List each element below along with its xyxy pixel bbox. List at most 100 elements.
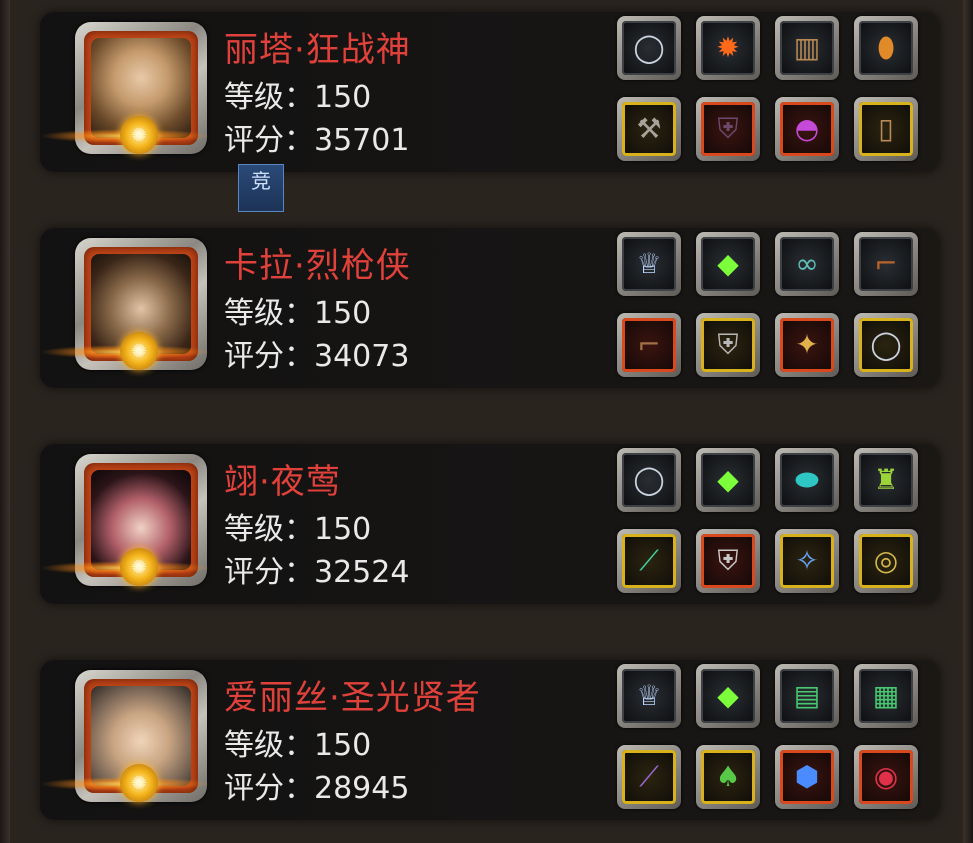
curved-blade-icon: ⟋	[639, 544, 659, 577]
score-label: 评分	[224, 123, 284, 158]
green-crystal-icon: ◆	[717, 247, 739, 280]
equipment-slot[interactable]: ◯	[617, 448, 681, 512]
pistol-icon: ⌐	[637, 328, 661, 361]
hero-score: 评分：35701	[224, 115, 409, 159]
battle-axe-icon: ⚒	[636, 112, 662, 145]
dark-armor-icon: ⛨	[717, 112, 739, 145]
hero-level: 等级：150	[224, 720, 371, 764]
equipment-slot[interactable]: ◉	[854, 745, 918, 809]
slot-frame: ⬬	[780, 453, 834, 507]
equipment-slot[interactable]: ✦	[775, 313, 839, 377]
equipment-slot[interactable]: ▥	[775, 16, 839, 80]
equipment-slot[interactable]: ⚒	[617, 97, 681, 161]
frost-crown-icon: ♕	[636, 679, 662, 712]
level-separator: ：	[284, 296, 314, 331]
level-separator: ：	[284, 728, 314, 763]
equipment-slot[interactable]: ⌐	[854, 232, 918, 296]
score-value: 28945	[314, 771, 410, 806]
equipment-slot[interactable]: ✧	[775, 529, 839, 593]
lantern-icon: ♜	[873, 463, 899, 496]
slot-frame: ▯	[859, 102, 913, 156]
hero-level: 等级：150	[224, 72, 371, 116]
arena-tag[interactable]: 竞	[238, 164, 284, 212]
level-label: 等级	[224, 80, 284, 115]
equipment-slot[interactable]: ♕	[617, 232, 681, 296]
equipment-slot[interactable]: ∞	[775, 232, 839, 296]
equipment-grid: ♕ ◆ ∞ ⌐ ⌐ ⛨ ✦ ◯	[617, 232, 925, 378]
score-value: 32524	[314, 555, 410, 590]
slot-frame: ⌐	[859, 237, 913, 291]
slot-frame: ♕	[622, 669, 676, 723]
equipment-slot[interactable]: ⟋	[617, 745, 681, 809]
equipment-slot[interactable]: ♠	[696, 745, 760, 809]
hero-card[interactable]: ✺ 爱丽丝·圣光贤者 等级：150 评分：28945 ♕ ◆ ▤ ▦ ⟋ ♠ ⬢ ◉	[40, 660, 940, 820]
hero-name: 卡拉·烈枪侠	[224, 246, 411, 286]
amber-potion-icon: ⬮	[877, 31, 895, 64]
frame-left-edge	[0, 0, 10, 843]
slot-frame: ▤	[780, 669, 834, 723]
slot-frame: ⟋	[622, 534, 676, 588]
slot-frame: ⚒	[622, 102, 676, 156]
blue-gem-icon: ⬢	[794, 760, 820, 793]
hero-score: 评分：28945	[224, 763, 409, 807]
score-separator: ：	[284, 555, 314, 590]
amulet-icon: ✦	[795, 328, 819, 361]
score-label: 评分	[224, 555, 284, 590]
hero-card[interactable]: ✺ 丽塔·狂战神 等级：150 评分：35701 ◯ ✹ ▥ ⬮ ⚒ ⛨ ◓ ▯	[40, 12, 940, 172]
equipment-slot[interactable]: ◯	[617, 16, 681, 80]
level-label: 等级	[224, 296, 284, 331]
slot-frame: ♠	[701, 750, 755, 804]
score-separator: ：	[284, 771, 314, 806]
slot-frame: ⌐	[622, 318, 676, 372]
equipment-slot[interactable]: ⛨	[696, 97, 760, 161]
equipment-slot[interactable]: ⟋	[617, 529, 681, 593]
equipment-slot[interactable]: ◯	[854, 313, 918, 377]
hero-name: 翊·夜莺	[224, 462, 341, 502]
smoking-pipe-icon: ⌐	[874, 247, 898, 280]
slot-frame: ▥	[780, 21, 834, 75]
slot-frame: ◯	[859, 318, 913, 372]
equipment-slot[interactable]: ⬮	[854, 16, 918, 80]
slot-frame: ◆	[701, 669, 755, 723]
rank-badge-icon: ✺	[120, 116, 158, 154]
purple-helmet-icon: ◓	[794, 112, 820, 145]
level-value: 150	[314, 296, 372, 331]
slot-frame: ♕	[622, 237, 676, 291]
equipment-slot[interactable]: ◆	[696, 232, 760, 296]
equipment-slot[interactable]: ♕	[617, 664, 681, 728]
hero-level: 等级：150	[224, 288, 371, 332]
equipment-slot[interactable]: ▯	[854, 97, 918, 161]
slot-frame: ✧	[780, 534, 834, 588]
hero-score: 评分：34073	[224, 331, 409, 375]
hero-card[interactable]: ✺ 卡拉·烈枪侠 等级：150 评分：34073 ♕ ◆ ∞ ⌐ ⌐ ⛨ ✦ ◯	[40, 228, 940, 388]
equipment-slot[interactable]: ⛨	[696, 529, 760, 593]
slot-frame: ◯	[622, 453, 676, 507]
equipment-slot[interactable]: ◆	[696, 664, 760, 728]
equipment-slot[interactable]: ♜	[854, 448, 918, 512]
hero-name: 丽塔·狂战神	[224, 30, 411, 70]
equipment-grid: ♕ ◆ ▤ ▦ ⟋ ♠ ⬢ ◉	[617, 664, 925, 810]
slot-frame: ◎	[859, 534, 913, 588]
equipment-slot[interactable]: ✹	[696, 16, 760, 80]
fire-orb-icon: ✹	[716, 31, 740, 64]
equipment-slot[interactable]: ⌐	[617, 313, 681, 377]
equipment-slot[interactable]: ◎	[854, 529, 918, 593]
level-value: 150	[314, 512, 372, 547]
green-crystal-icon: ◆	[717, 679, 739, 712]
equipment-slot[interactable]: ⛨	[696, 313, 760, 377]
hero-name: 爱丽丝·圣光贤者	[224, 678, 481, 718]
equipment-slot[interactable]: ▤	[775, 664, 839, 728]
equipment-slot[interactable]: ⬢	[775, 745, 839, 809]
equipment-slot[interactable]: ⬬	[775, 448, 839, 512]
teal-gem-icon: ⬬	[795, 463, 819, 496]
equipment-slot[interactable]: ◆	[696, 448, 760, 512]
hero-card[interactable]: ✺ 翊·夜莺 等级：150 评分：32524 ◯ ◆ ⬬ ♜ ⟋ ⛨ ✧ ◎	[40, 444, 940, 604]
slot-frame: ⬮	[859, 21, 913, 75]
equipment-slot[interactable]: ▦	[854, 664, 918, 728]
slot-frame: ✹	[701, 21, 755, 75]
equipment-slot[interactable]: ◓	[775, 97, 839, 161]
slot-frame: ◯	[622, 21, 676, 75]
frame-right-edge	[963, 0, 973, 843]
rank-badge-icon: ✺	[120, 332, 158, 370]
score-label: 评分	[224, 339, 284, 374]
